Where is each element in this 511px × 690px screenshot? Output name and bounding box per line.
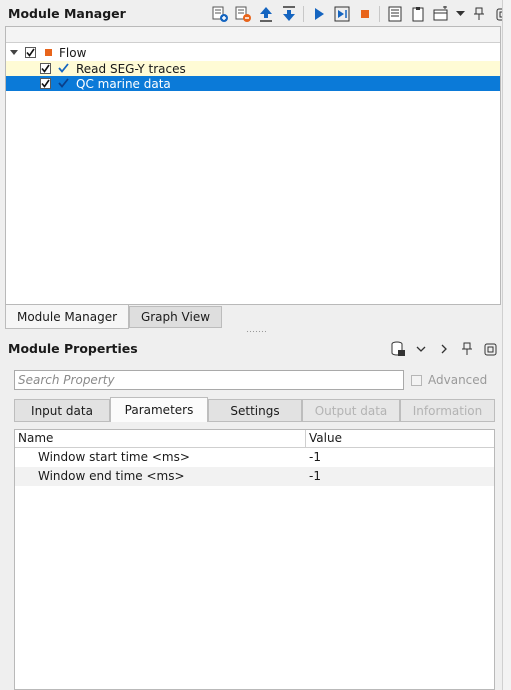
- collapse-chevron-icon[interactable]: [410, 339, 432, 359]
- right-dock-edge: [502, 0, 511, 690]
- tree-root-flow[interactable]: Flow: [6, 45, 500, 60]
- tab-settings[interactable]: Settings: [208, 399, 302, 422]
- tab-information: Information: [400, 399, 495, 422]
- tab-output-data: Output data: [302, 399, 400, 422]
- tree-item-label: Read SEG-Y traces: [76, 61, 186, 76]
- column-header-value[interactable]: Value: [309, 431, 342, 445]
- panel-splitter[interactable]: [246, 330, 266, 333]
- table-row[interactable]: Window end time <ms> -1: [15, 467, 494, 486]
- tab-graph-view[interactable]: Graph View: [129, 306, 222, 328]
- move-down-icon[interactable]: [278, 4, 300, 24]
- property-value[interactable]: -1: [309, 469, 321, 483]
- module-properties-toolbar: [386, 339, 501, 359]
- dropdown-icon[interactable]: [453, 4, 467, 24]
- next-chevron-icon[interactable]: [433, 339, 455, 359]
- property-name: Window start time <ms>: [38, 450, 190, 464]
- tab-input-data[interactable]: Input data: [14, 399, 110, 422]
- search-property-input[interactable]: [14, 370, 404, 390]
- module-tree[interactable]: Flow Read SEG-Y traces QC marine data: [5, 26, 501, 305]
- tab-parameters[interactable]: Parameters: [110, 397, 208, 422]
- collapse-arrow-icon[interactable]: [9, 49, 19, 56]
- module-manager-toolbar: [208, 4, 511, 24]
- pin-icon[interactable]: [468, 4, 490, 24]
- qc-marine-checkbox[interactable]: [40, 78, 51, 89]
- column-header-name[interactable]: Name: [18, 431, 53, 445]
- window-options-icon[interactable]: [430, 4, 452, 24]
- module-manager-title: Module Manager: [8, 6, 126, 21]
- tree-header: [6, 27, 500, 43]
- tab-module-manager[interactable]: Module Manager: [5, 305, 129, 329]
- add-module-icon[interactable]: [209, 4, 231, 24]
- remove-module-icon[interactable]: [232, 4, 254, 24]
- done-check-icon: [58, 77, 69, 91]
- pin-icon[interactable]: [456, 339, 478, 359]
- float-icon[interactable]: [479, 339, 501, 359]
- done-check-icon: [58, 62, 69, 76]
- property-table-header: Name Value: [15, 430, 494, 448]
- property-name: Window end time <ms>: [38, 469, 185, 483]
- property-table: Name Value Window start time <ms> -1 Win…: [14, 429, 495, 690]
- read-segy-checkbox[interactable]: [40, 63, 51, 74]
- table-row[interactable]: Window start time <ms> -1: [15, 448, 494, 467]
- advanced-checkbox[interactable]: [411, 374, 422, 386]
- run-step-icon[interactable]: [331, 4, 353, 24]
- flow-checkbox[interactable]: [25, 47, 36, 58]
- stop-icon[interactable]: [354, 4, 376, 24]
- database-icon[interactable]: [387, 339, 409, 359]
- module-properties-title: Module Properties: [8, 341, 138, 356]
- clipboard-icon[interactable]: [407, 4, 429, 24]
- flow-status-icon: [45, 49, 52, 56]
- tree-item-qc-marine[interactable]: QC marine data: [6, 76, 500, 91]
- property-value[interactable]: -1: [309, 450, 321, 464]
- move-up-icon[interactable]: [255, 4, 277, 24]
- advanced-toggle[interactable]: Advanced: [411, 373, 487, 387]
- run-icon[interactable]: [308, 4, 330, 24]
- list-icon[interactable]: [384, 4, 406, 24]
- tree-item-read-segy[interactable]: Read SEG-Y traces: [6, 61, 500, 76]
- tree-root-label: Flow: [59, 45, 87, 60]
- tree-item-label: QC marine data: [76, 76, 171, 91]
- advanced-label: Advanced: [428, 373, 488, 387]
